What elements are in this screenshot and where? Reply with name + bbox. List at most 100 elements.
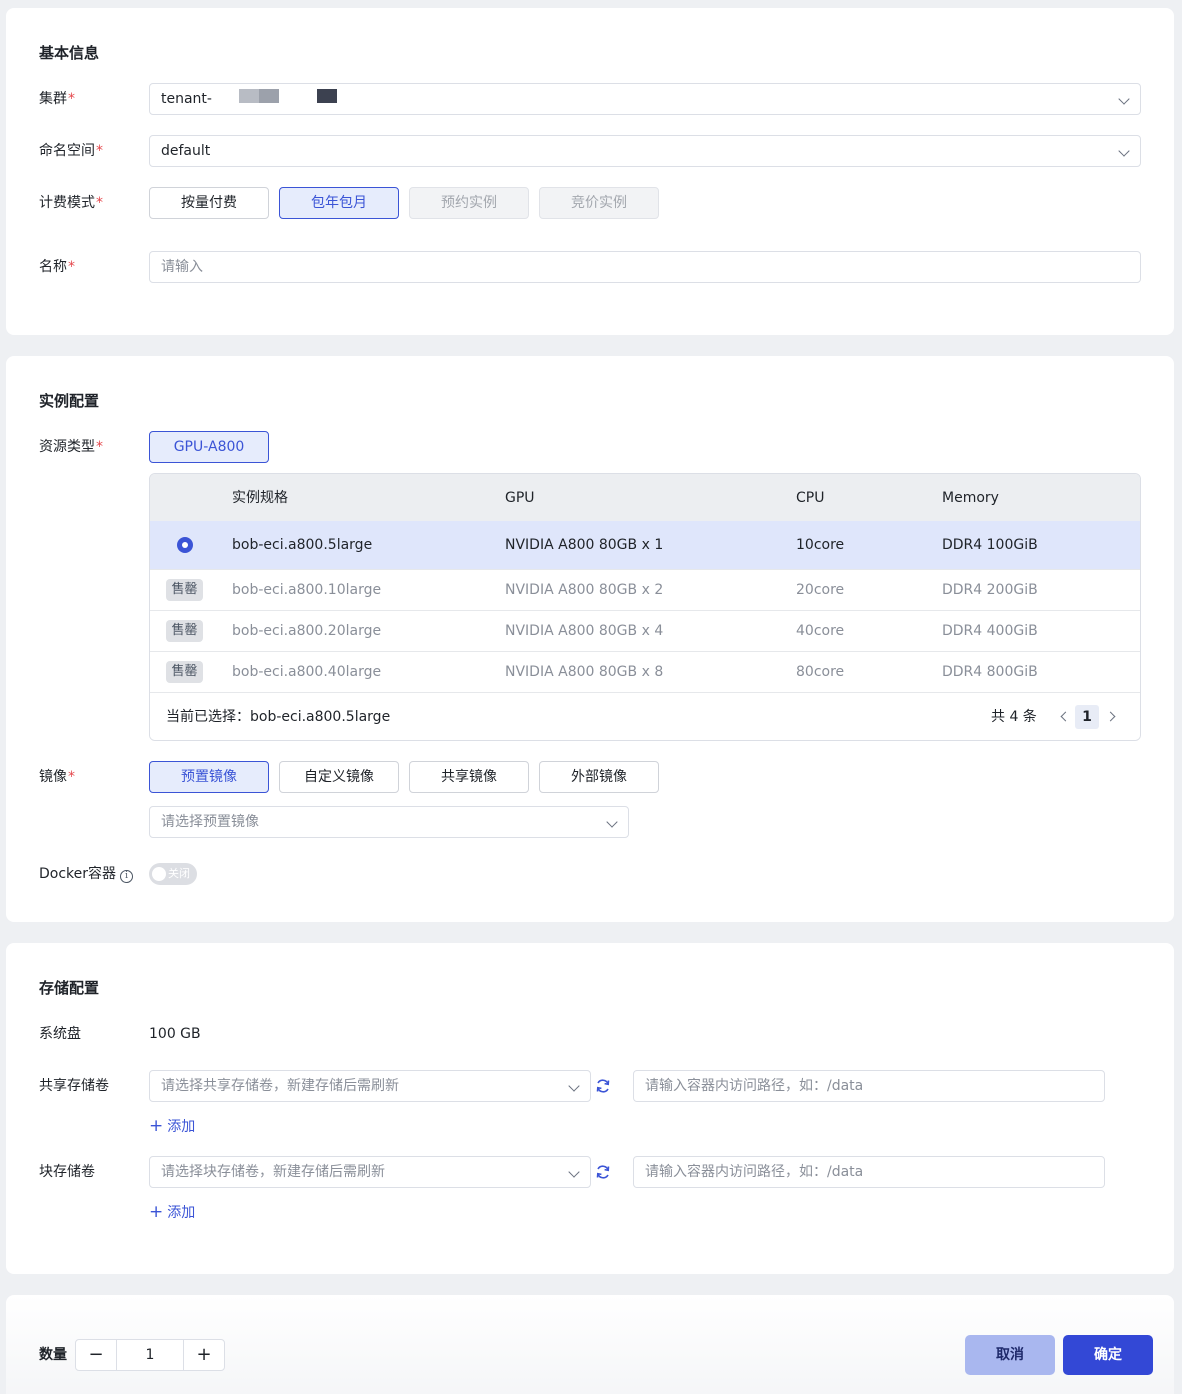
table-footer: 当前已选择：bob-eci.a800.5large 共 4 条 1 — [150, 692, 1140, 740]
confirm-button[interactable]: 确定 — [1063, 1335, 1153, 1375]
billing-option-pay-as-you-go[interactable]: 按量付费 — [149, 187, 269, 219]
system-disk-label: 系统盘 — [39, 1026, 81, 1042]
header-spec: 实例规格 — [232, 490, 288, 506]
current-selection-text: 当前已选择：bob-eci.a800.5large — [166, 709, 391, 725]
row-memory: DDR4 200GiB — [942, 582, 1038, 598]
next-page-icon[interactable] — [1105, 711, 1116, 722]
row-spec: bob-eci.a800.5large — [232, 537, 373, 553]
billing-option-spot: 竞价实例 — [539, 187, 659, 219]
shared-volume-placeholder: 请选择共享存储卷，新建存储后需刷新 — [161, 1078, 399, 1094]
decrement-button[interactable]: − — [76, 1340, 116, 1370]
cluster-value: tenant- — [161, 91, 212, 107]
system-disk-value: 100 GB — [149, 1026, 201, 1042]
shared-volume-path-placeholder: 请输入容器内访问路径，如：/data — [645, 1078, 864, 1094]
namespace-label: 命名空间* — [39, 143, 103, 159]
row-spec: bob-eci.a800.10large — [232, 582, 382, 598]
cluster-label: 集群* — [39, 91, 75, 107]
instance-config-card: 实例配置 资源类型* GPU-A800 实例规格 GPU CPU Memory … — [6, 356, 1174, 922]
header-gpu: GPU — [505, 490, 535, 506]
row-memory: DDR4 400GiB — [942, 623, 1038, 639]
sold-out-badge: 售罄 — [166, 620, 203, 642]
preset-image-placeholder: 请选择预置镜像 — [161, 814, 259, 830]
quantity-label: 数量 — [39, 1347, 67, 1363]
block-volume-path-input[interactable]: 请输入容器内访问路径，如：/data — [633, 1156, 1105, 1188]
table-row: 售罄 bob-eci.a800.20large NVIDIA A800 80GB… — [150, 610, 1140, 651]
image-option-external[interactable]: 外部镜像 — [539, 761, 659, 793]
chevron-down-icon — [1118, 93, 1130, 105]
storage-config-card: 存储配置 系统盘 100 GB 共享存储卷 请选择共享存储卷，新建存储后需刷新 … — [6, 943, 1174, 1274]
instance-spec-table: 实例规格 GPU CPU Memory bob-eci.a800.5large … — [149, 473, 1141, 741]
toggle-text: 关闭 — [168, 867, 190, 880]
basic-info-title: 基本信息 — [39, 44, 100, 62]
row-memory: DDR4 100GiB — [942, 537, 1038, 553]
billing-option-reserved: 预约实例 — [409, 187, 529, 219]
prev-page-icon[interactable] — [1060, 711, 1071, 722]
row-gpu: NVIDIA A800 80GB x 4 — [505, 623, 664, 639]
chevron-down-icon — [568, 1166, 580, 1178]
row-gpu: NVIDIA A800 80GB x 1 — [505, 537, 664, 553]
table-row[interactable]: bob-eci.a800.5large NVIDIA A800 80GB x 1… — [150, 521, 1140, 569]
resource-type-label: 资源类型* — [39, 439, 103, 455]
name-label: 名称* — [39, 259, 75, 275]
docker-label: Docker容器 i — [39, 864, 134, 884]
table-header: 实例规格 GPU CPU Memory — [150, 474, 1140, 521]
plus-icon: + — [149, 1202, 164, 1222]
preset-image-select[interactable]: 请选择预置镜像 — [149, 806, 629, 838]
quantity-stepper[interactable]: − 1 + — [75, 1339, 225, 1371]
billing-label: 计费模式* — [39, 195, 103, 211]
page-number[interactable]: 1 — [1075, 705, 1099, 729]
row-cpu: 80core — [796, 664, 845, 680]
quantity-value[interactable]: 1 — [116, 1340, 184, 1370]
info-icon[interactable]: i — [120, 870, 134, 883]
sold-out-badge: 售罄 — [166, 579, 203, 601]
cluster-select[interactable]: tenant- — [149, 83, 1141, 115]
add-shared-volume-button[interactable]: + 添加 — [149, 1116, 195, 1137]
row-cpu: 10core — [796, 537, 845, 553]
docker-toggle[interactable]: 关闭 — [149, 863, 197, 885]
image-label: 镜像* — [39, 769, 75, 785]
resource-type-gpu-a800[interactable]: GPU-A800 — [149, 431, 269, 463]
row-cpu: 20core — [796, 582, 845, 598]
row-gpu: NVIDIA A800 80GB x 2 — [505, 582, 664, 598]
shared-volume-label: 共享存储卷 — [39, 1078, 109, 1094]
toggle-knob — [152, 867, 166, 881]
block-volume-placeholder: 请选择块存储卷，新建存储后需刷新 — [161, 1164, 385, 1180]
storage-config-title: 存储配置 — [39, 979, 100, 997]
namespace-value: default — [161, 143, 211, 159]
chevron-down-icon — [606, 816, 618, 828]
basic-info-card: 基本信息 集群* tenant- 命名空间* default 计费模式* 按量付… — [6, 8, 1174, 335]
name-input[interactable]: 请输入 — [149, 251, 1141, 283]
namespace-select[interactable]: default — [149, 135, 1141, 167]
table-row: 售罄 bob-eci.a800.40large NVIDIA A800 80GB… — [150, 651, 1140, 692]
image-option-preset[interactable]: 预置镜像 — [149, 761, 269, 793]
refresh-icon[interactable] — [595, 1078, 611, 1094]
row-gpu: NVIDIA A800 80GB x 8 — [505, 664, 664, 680]
block-volume-select[interactable]: 请选择块存储卷，新建存储后需刷新 — [149, 1156, 591, 1188]
row-spec: bob-eci.a800.40large — [232, 664, 382, 680]
billing-option-subscription[interactable]: 包年包月 — [279, 187, 399, 219]
image-option-shared[interactable]: 共享镜像 — [409, 761, 529, 793]
plus-icon: + — [149, 1116, 164, 1136]
row-cpu: 40core — [796, 623, 845, 639]
shared-volume-select[interactable]: 请选择共享存储卷，新建存储后需刷新 — [149, 1070, 591, 1102]
instance-config-title: 实例配置 — [39, 392, 100, 410]
cancel-button[interactable]: 取消 — [965, 1335, 1055, 1375]
add-block-volume-button[interactable]: + 添加 — [149, 1202, 195, 1223]
redacted-block — [317, 89, 337, 103]
table-row: 售罄 bob-eci.a800.10large NVIDIA A800 80GB… — [150, 569, 1140, 610]
block-volume-label: 块存储卷 — [39, 1164, 95, 1180]
row-memory: DDR4 800GiB — [942, 664, 1038, 680]
chevron-down-icon — [1118, 145, 1130, 157]
header-cpu: CPU — [796, 490, 825, 506]
refresh-icon[interactable] — [595, 1164, 611, 1180]
increment-button[interactable]: + — [184, 1340, 224, 1370]
redacted-block — [239, 89, 279, 103]
header-memory: Memory — [942, 490, 999, 506]
radio-selected-icon[interactable] — [177, 537, 193, 553]
total-count: 共 4 条 — [991, 709, 1037, 725]
image-option-custom[interactable]: 自定义镜像 — [279, 761, 399, 793]
chevron-down-icon — [568, 1080, 580, 1092]
shared-volume-path-input[interactable]: 请输入容器内访问路径，如：/data — [633, 1070, 1105, 1102]
name-input-placeholder: 请输入 — [161, 259, 203, 275]
sold-out-badge: 售罄 — [166, 661, 203, 683]
